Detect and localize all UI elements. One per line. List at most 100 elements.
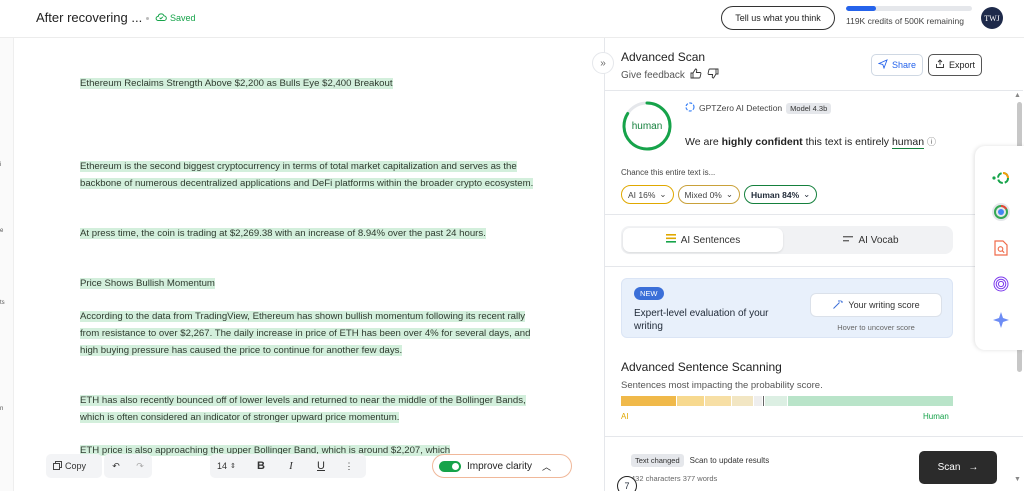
export-label: Export	[948, 60, 975, 70]
share-label: Share	[891, 60, 917, 70]
chevron-down-icon: ⌄	[803, 189, 811, 199]
doc-paragraph[interactable]: According to the data from TradingView, …	[80, 309, 540, 359]
doc-paragraph[interactable]: ETH has also recently bounced off of low…	[80, 393, 540, 427]
pill-label: Human 84%	[750, 189, 800, 200]
doc-subheading[interactable]: Price Shows Bullish Momentum	[80, 276, 540, 293]
tab-ai-vocab[interactable]: AI Vocab	[791, 228, 951, 252]
bar-segment[interactable]	[676, 396, 705, 406]
feedback-label: Give feedback	[621, 69, 685, 81]
bar-segment[interactable]	[705, 396, 731, 406]
scroll-up-icon[interactable]: ▲	[1014, 92, 1021, 99]
font-size-value: 14	[217, 461, 228, 471]
feedback-button[interactable]: Tell us what you think	[721, 6, 835, 30]
chrome-icon[interactable]	[991, 202, 1011, 222]
mixed-probability-pill[interactable]: Mixed 0% ⌄	[677, 185, 740, 204]
character-word-count: 432 characters 377 words	[631, 474, 718, 483]
redo-icon[interactable]: ↷	[129, 461, 151, 472]
doc-heading[interactable]: Ethereum Reclaims Strength Above $2,200 …	[80, 76, 540, 93]
section-divider	[605, 90, 1023, 91]
bar-segment[interactable]	[731, 396, 754, 406]
ai-probability-pill[interactable]: AI 16% ⌄	[621, 185, 674, 204]
sparkle-icon[interactable]	[991, 310, 1011, 330]
sidebar-fragment: i	[0, 162, 2, 168]
copy-button[interactable]: Copy	[46, 460, 93, 472]
confidence-result[interactable]: human	[891, 136, 925, 149]
score-button-label: Your writing score	[848, 300, 920, 310]
sentence-scanning-title: Advanced Sentence Scanning	[621, 360, 782, 374]
app-root: After recovering ... Saved Tell us what …	[0, 0, 1024, 491]
ring-label: human	[631, 120, 663, 132]
give-feedback: Give feedback	[621, 68, 719, 82]
model-badge: Model 4.3b	[786, 102, 832, 114]
document-search-icon[interactable]	[991, 238, 1011, 258]
gptzero-logo-icon	[685, 102, 695, 114]
bold-button[interactable]: B	[246, 460, 276, 472]
improve-clarity-label: Improve clarity	[467, 460, 533, 472]
pill-label: AI 16%	[628, 189, 656, 200]
sidebar-fragment: e	[0, 228, 4, 234]
confidence-text: We are	[685, 136, 719, 148]
sentence-probability-bar[interactable]	[621, 396, 953, 406]
thumbs-up-icon[interactable]	[690, 68, 702, 82]
gptzero-dock-icon[interactable]	[991, 168, 1011, 188]
tab-ai-sentences[interactable]: AI Sentences	[623, 228, 783, 252]
scroll-down-icon[interactable]: ▼	[1014, 476, 1021, 483]
promo-text: Expert-level evaluation of your writing	[634, 308, 769, 332]
credits-text: 119K credits of 500K remaining	[846, 16, 964, 26]
confidence-statement: We are highly confident this text is ent…	[685, 135, 936, 149]
bar-segment[interactable]	[754, 396, 763, 406]
panel-title: Advanced Scan	[621, 50, 706, 64]
detection-label: GPTZero AI Detection	[699, 103, 783, 113]
separator-dot	[146, 16, 149, 20]
user-avatar[interactable]: TWJ	[981, 7, 1003, 29]
export-button[interactable]: Export	[928, 54, 982, 76]
sidebar-fragment: ts	[0, 300, 5, 306]
font-size-select[interactable]: 14 ⇕	[210, 461, 246, 471]
human-probability-pill[interactable]: Human 84% ⌄	[743, 185, 818, 204]
sentence-scanning-subtitle: Sentences most impacting the probability…	[621, 380, 823, 391]
writing-score-button[interactable]: Your writing score	[810, 293, 942, 317]
magic-wand-icon	[832, 299, 844, 312]
arrow-right-icon: →	[968, 462, 979, 473]
notification-count-badge[interactable]: 7	[617, 476, 637, 491]
confidence-strength: highly confident	[721, 136, 803, 148]
info-icon[interactable]: ⓘ	[927, 137, 936, 147]
saved-status: Saved	[146, 12, 196, 24]
app-dock	[975, 146, 1024, 350]
bar-segment[interactable]	[787, 396, 953, 406]
send-icon	[877, 59, 888, 71]
bar-segment[interactable]	[765, 396, 787, 406]
thumbs-down-icon[interactable]	[707, 68, 719, 82]
detection-header: GPTZero AI Detection Model 4.3b	[685, 102, 832, 114]
highlighted-sentence: ETH has also recently bounced off of low…	[80, 395, 526, 423]
document-title[interactable]: After recovering ...	[36, 10, 142, 25]
clarity-toggle[interactable]	[439, 460, 461, 472]
vocab-icon	[843, 235, 854, 246]
bar-segment[interactable]	[621, 396, 676, 406]
doc-paragraph[interactable]: At press time, the coin is trading at $2…	[80, 226, 540, 243]
writing-score-promo: NEW Expert-level evaluation of your writ…	[621, 278, 953, 338]
more-options-button[interactable]: ⋮	[336, 461, 362, 472]
list-icon	[665, 234, 676, 246]
copy-icon	[53, 460, 62, 472]
undo-icon[interactable]: ↶	[105, 461, 127, 472]
share-button[interactable]: Share	[871, 54, 923, 76]
document-editor[interactable]: Ethereum Reclaims Strength Above $2,200 …	[14, 38, 604, 491]
copy-label: Copy	[65, 461, 87, 471]
history-group: ↶ ↷	[104, 454, 152, 478]
confidence-text: this text is entirely	[805, 136, 890, 148]
saved-label: Saved	[170, 13, 196, 23]
top-bar: After recovering ... Saved Tell us what …	[0, 0, 1024, 38]
underline-button[interactable]: U	[306, 460, 336, 472]
doc-paragraph[interactable]: Ethereum is the second biggest cryptocur…	[80, 159, 540, 193]
analysis-tabs: AI Sentences AI Vocab	[621, 226, 953, 254]
text-changed-notice: Text changed Scan to update results	[631, 454, 769, 467]
editor-toolbar: Copy ↶ ↷ 14 ⇕ B I U ⋮ Improve clarity ︿	[46, 454, 576, 478]
scan-button[interactable]: Scan →	[919, 451, 997, 484]
improve-clarity-button[interactable]: Improve clarity ︿	[432, 454, 572, 478]
stepper-icon: ⇕	[230, 463, 236, 470]
tab-label: AI Vocab	[858, 234, 899, 246]
italic-button[interactable]: I	[276, 460, 306, 472]
highlighted-sentence: Ethereum is the second biggest cryptocur…	[80, 161, 534, 189]
fingerprint-icon[interactable]	[991, 274, 1011, 294]
